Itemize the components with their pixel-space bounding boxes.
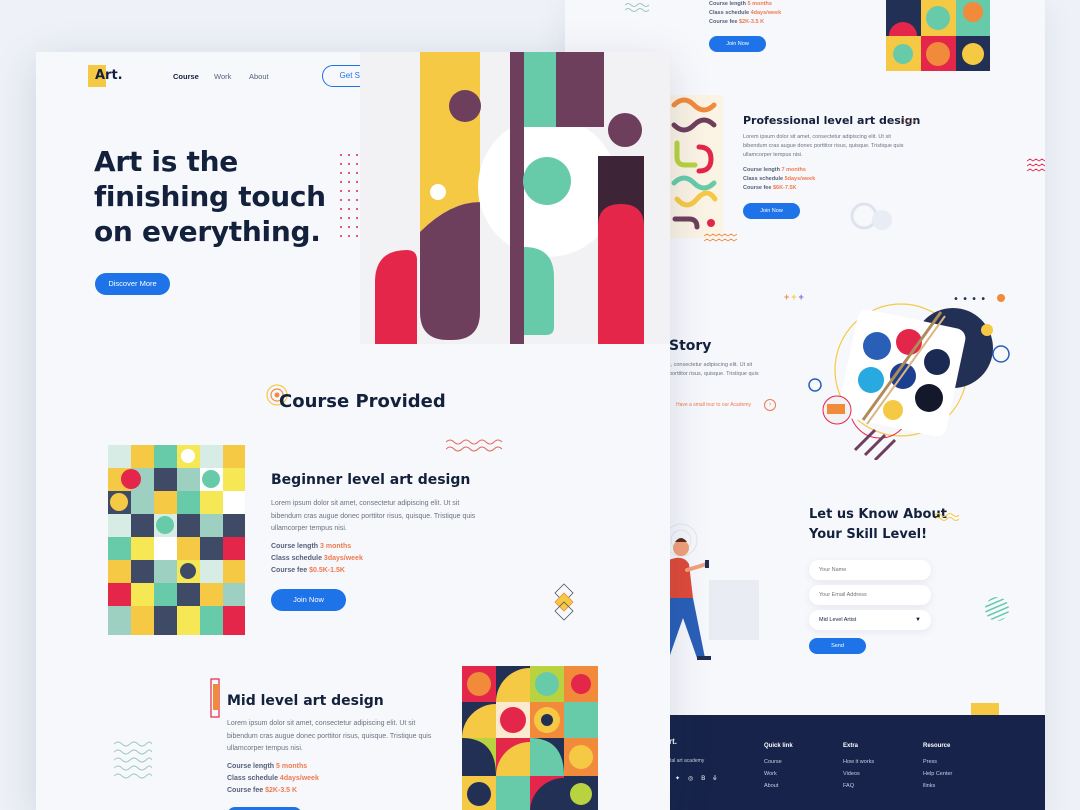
footer-col-title: Extra (843, 743, 859, 749)
geometric-artwork-top (886, 0, 990, 71)
footer-logo: rt. (669, 737, 677, 746)
wave-decoration (446, 439, 503, 452)
instagram-icon[interactable]: ◎ (688, 776, 701, 782)
pro-course-description: Lorem ipsum dolor sit amet, consectetur … (743, 134, 904, 158)
plus-decoration: +++ (784, 292, 806, 302)
pro-course-title: Professional level art design (743, 114, 921, 127)
bar-decoration (210, 678, 220, 718)
academy-tour-link[interactable]: Have a small tour to our Academy (676, 402, 751, 408)
wave-decoration (114, 741, 152, 779)
nav-about[interactable]: About (249, 72, 269, 81)
course-fee-line: Course fee $2K-3.5 K (709, 19, 765, 25)
skill-level-select[interactable]: Mid Level Artist ▼ (809, 610, 931, 630)
course-fee-line: Course fee $0.5K-1.5K (271, 567, 345, 574)
story-description: t, consectetur adipiscing elit. Ut sit p… (669, 362, 759, 377)
zigzag-decoration (704, 233, 738, 242)
footer-link-videos[interactable]: Videos (843, 771, 860, 777)
hero-title: Art is the finishing touch on everything… (94, 145, 326, 248)
logo[interactable]: Art. (95, 68, 123, 83)
course-length-line: Course length 3 months (271, 543, 352, 550)
play-arrows-icon: ▷ ▷ (901, 116, 916, 125)
course-length-line: Course length 5 months (709, 1, 772, 7)
email-input[interactable] (809, 585, 931, 605)
course-length-line: Course length 5 months (227, 763, 308, 770)
course-length-line: Course length 7 months (743, 167, 806, 173)
send-button[interactable]: Send (809, 638, 866, 654)
zigzag-decoration (1027, 158, 1045, 172)
join-now-button[interactable]: Join Now (271, 589, 346, 611)
join-now-button-pro[interactable]: Join Now (743, 203, 800, 219)
behance-icon[interactable]: Bē (701, 776, 724, 782)
footer-col-title: Resource (923, 743, 951, 749)
wave-decoration (935, 513, 959, 521)
story-title: Story (669, 338, 712, 354)
footer-link-how-it-works[interactable]: How it works (843, 759, 874, 765)
mid-course-description: Lorem ipsum dolor sit amet, consectetur … (227, 720, 432, 752)
course-fee-line: Course fee $6K-7.5K (743, 185, 797, 191)
beginner-course-artwork (108, 445, 245, 635)
paint-palette-illustration: • • • • (808, 294, 1010, 460)
name-input[interactable] (809, 560, 931, 580)
wave-decoration (625, 3, 650, 12)
nav-course[interactable]: Course (173, 72, 199, 81)
footer-link-links[interactable]: llinks (923, 783, 935, 789)
arrow-right-icon[interactable]: › (764, 399, 776, 411)
course-fee-line: Course fee $2K-3.5 K (227, 787, 298, 794)
diamond-decoration (554, 583, 574, 621)
mid-course-artwork (462, 666, 598, 810)
svg-text:• • • •: • • • • (953, 294, 986, 305)
striped-circle-decoration (985, 597, 1009, 621)
hero-artwork (360, 52, 670, 352)
discover-more-button[interactable]: Discover More (95, 273, 170, 295)
class-schedule-line: Class schedule 5days/week (743, 176, 816, 182)
social-icons[interactable]: ✦◎Bē (675, 775, 725, 782)
class-schedule-line: Class schedule 4days/week (227, 775, 319, 782)
footer-link-about[interactable]: About (764, 783, 778, 789)
courses-section-title: Course Provided (279, 391, 446, 412)
squiggle-artwork (669, 95, 723, 238)
footer-link-press[interactable]: Press (923, 759, 937, 765)
skill-form-title: Let us Know About Your Skill Level! (809, 507, 947, 542)
beginner-course-title: Beginner level art design (271, 472, 471, 488)
footer-link-help-center[interactable]: Help Center (923, 771, 952, 777)
class-schedule-line: Class schedule 4days/week (709, 10, 782, 16)
circle-decoration (850, 202, 892, 230)
join-now-button-top[interactable]: Join Now (709, 36, 766, 52)
footer-link-faq[interactable]: FAQ (843, 783, 854, 789)
class-schedule-line: Class schedule 3days/week (271, 555, 363, 562)
person-with-phone-illustration (669, 523, 759, 660)
nav-work[interactable]: Work (214, 72, 231, 81)
footer-col-title: Quick link (764, 743, 793, 749)
footer-link-course[interactable]: Course (764, 759, 782, 765)
footer-link-work[interactable]: Work (764, 771, 777, 777)
landing-page-preview: Art. Course Work About Get Started Art i… (36, 52, 670, 810)
footer-tagline: ital art academy (669, 758, 705, 764)
beginner-course-description: Lorem ipsum dolor sit amet, consectetur … (271, 500, 476, 532)
caret-down-icon: ▼ (915, 617, 921, 623)
twitter-icon[interactable]: ✦ (675, 776, 688, 782)
mid-course-title: Mid level art design (227, 693, 384, 709)
